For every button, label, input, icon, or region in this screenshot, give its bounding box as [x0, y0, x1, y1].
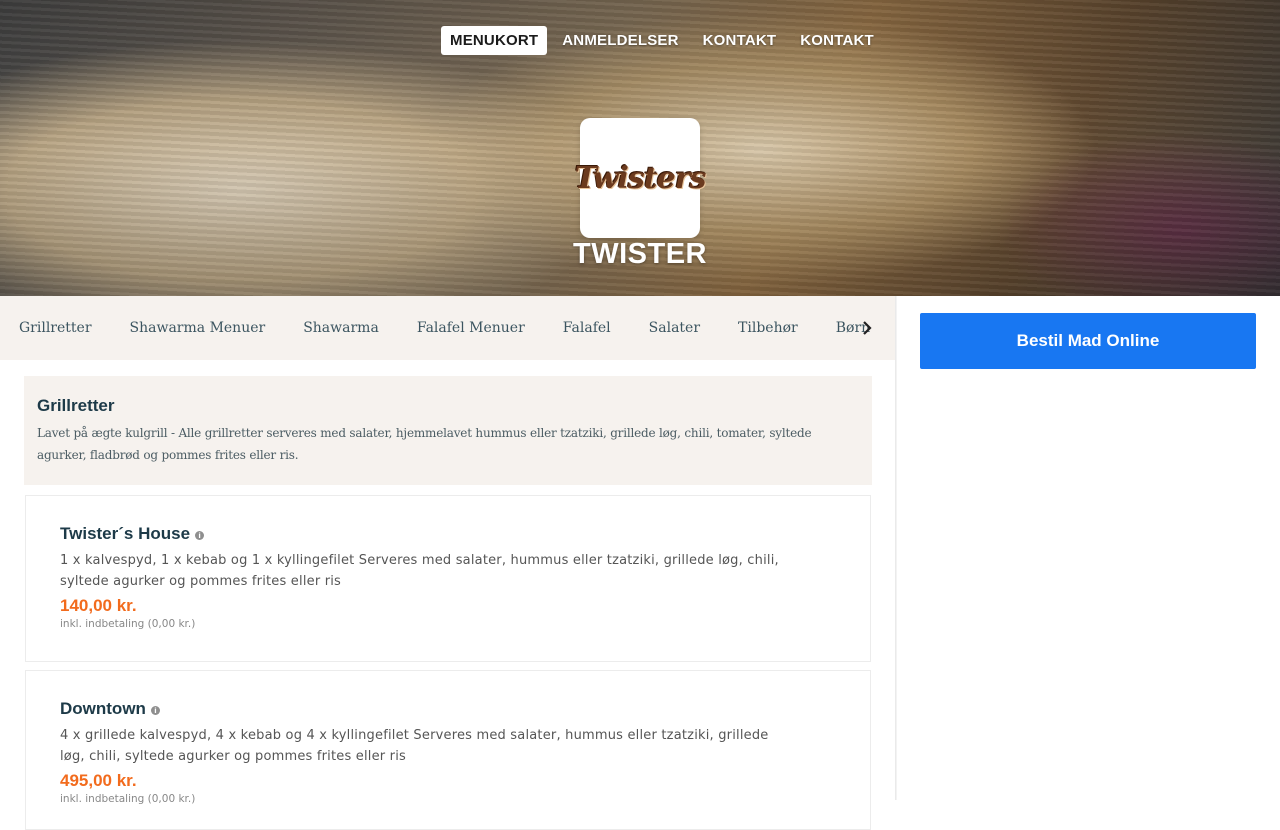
nav-item-kontakt-2[interactable]: KONTAKT — [791, 26, 883, 55]
menu-item-name: Downtown — [60, 699, 146, 718]
hero-banner: MENUKORT ANMELDELSER KONTAKT KONTAKT Twi… — [0, 0, 1280, 296]
section-header-grillretter: Grillretter Lavet på ægte kulgrill - All… — [24, 376, 872, 485]
nav-item-kontakt[interactable]: KONTAKT — [694, 26, 786, 55]
menu-item-name-row: Downtown i — [60, 699, 836, 719]
menu-item-deposit: inkl. indbetaling (0,00 kr.) — [60, 618, 196, 630]
section-title: Grillretter — [37, 396, 115, 415]
section-description: Lavet på ægte kulgrill - Alle grillrette… — [37, 426, 812, 462]
category-tab-tilbehor[interactable]: Tilbehør — [719, 320, 817, 336]
restaurant-logo: Twisters — [575, 118, 706, 238]
top-navigation: MENUKORT ANMELDELSER KONTAKT KONTAKT — [441, 26, 889, 55]
nav-item-anmeldelser[interactable]: ANMELDELSER — [553, 26, 687, 55]
menu-item-name-row: Twister´s House i — [60, 524, 836, 544]
chevron-right-icon[interactable] — [855, 316, 879, 340]
restaurant-name: TWISTER — [573, 238, 707, 270]
info-icon[interactable]: i — [195, 531, 205, 540]
category-tab-falafel-menuer[interactable]: Falafel Menuer — [398, 320, 544, 336]
category-bar: Grillretter Shawarma Menuer Shawarma Fal… — [0, 296, 895, 360]
menu-item-description: 4 x grillede kalvespyd, 4 x kebab og 4 x… — [60, 728, 769, 764]
menu-item[interactable]: Twister´s House i 1 x kalvespyd, 1 x keb… — [25, 495, 871, 662]
category-tab-shawarma[interactable]: Shawarma — [284, 320, 398, 336]
menu-item-name: Twister´s House — [60, 524, 191, 543]
menu-item-price: 495,00 kr. — [60, 771, 137, 790]
category-tab-falafel[interactable]: Falafel — [544, 320, 630, 336]
column-divider — [895, 296, 897, 800]
menu-item[interactable]: Downtown i 4 x grillede kalvespyd, 4 x k… — [25, 670, 871, 830]
menu-item-deposit: inkl. indbetaling (0,00 kr.) — [60, 793, 196, 805]
menu-item-description: 1 x kalvespyd, 1 x kebab og 1 x kyllinge… — [60, 553, 779, 589]
order-online-button[interactable]: Bestil Mad Online — [920, 313, 1256, 369]
category-tab-shawarma-menuer[interactable]: Shawarma Menuer — [111, 320, 285, 336]
nav-item-menukort[interactable]: MENUKORT — [441, 26, 548, 55]
logo-text: Twisters — [574, 160, 707, 196]
menu-item-price: 140,00 kr. — [60, 596, 137, 615]
info-icon[interactable]: i — [150, 706, 160, 715]
category-tab-grillretter[interactable]: Grillretter — [0, 320, 111, 336]
category-tab-salater[interactable]: Salater — [630, 320, 719, 336]
